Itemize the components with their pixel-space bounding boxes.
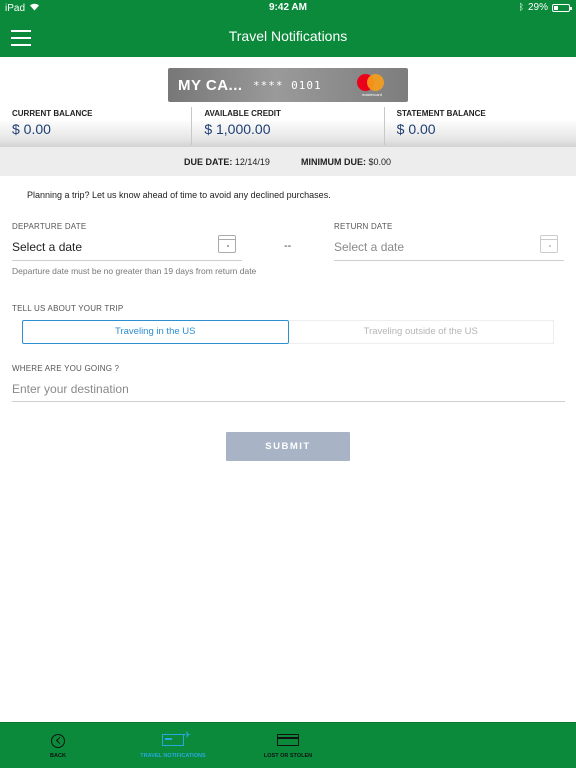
bottom-tab-bar: BACK TRAVEL NOTIFICATIONS LOST OR STOLEN xyxy=(0,722,576,768)
due-date-value: 12/14/19 xyxy=(234,157,270,167)
balances-row: CURRENT BALANCE $ 0.00 AVAILABLE CREDIT … xyxy=(0,107,576,145)
tab-label: LOST OR STOLEN xyxy=(263,753,313,759)
return-date-field[interactable]: Select a date xyxy=(334,235,564,261)
option-traveling-in-us[interactable]: Traveling in the US xyxy=(22,320,289,344)
intro-text: Planning a trip? Let us know ahead of ti… xyxy=(27,190,331,200)
minimum-due-label: MINIMUM DUE: xyxy=(301,157,366,167)
balance-value: $ 1,000.00 xyxy=(204,121,271,137)
card-number: **** 0101 xyxy=(253,79,322,92)
trip-type-toggle: Traveling in the US Traveling outside of… xyxy=(22,320,554,344)
status-bar: iPad 9:42 AM ᛒ 29% xyxy=(0,0,576,16)
departure-date-label: DEPARTURE DATE xyxy=(12,222,87,231)
due-bar: DUE DATE: 12/14/19 MINIMUM DUE: $0.00 xyxy=(0,147,576,176)
credit-card-image: MY CA... **** 0101 mastercard xyxy=(168,68,408,102)
tab-lost-or-stolen[interactable]: LOST OR STOLEN xyxy=(253,723,323,768)
tab-label: BACK xyxy=(50,753,66,759)
balance-label: CURRENT BALANCE xyxy=(12,109,93,118)
battery-percent: 29% xyxy=(527,2,548,13)
status-right: ᛒ 29% xyxy=(518,2,572,13)
departure-date-hint: Departure date must be no greater than 1… xyxy=(12,266,257,276)
departure-date-value: Select a date xyxy=(12,240,83,254)
back-icon xyxy=(51,734,65,748)
card-plane-icon xyxy=(162,731,191,746)
minimum-due-value: $0.00 xyxy=(368,157,392,167)
balance-label: STATEMENT BALANCE xyxy=(396,109,486,118)
balance-value: $ 0.00 xyxy=(396,121,436,137)
page-title: Travel Notifications xyxy=(228,28,348,44)
trip-type-label: TELL US ABOUT YOUR TRIP xyxy=(12,304,124,313)
return-date-label: RETURN DATE xyxy=(334,222,393,231)
minimum-due: MINIMUM DUE: $0.00 xyxy=(301,157,391,167)
destination-label: WHERE ARE YOU GOING ? xyxy=(12,364,120,373)
mastercard-logo-icon: mastercard xyxy=(354,73,390,97)
battery-fill xyxy=(554,5,558,10)
destination-input[interactable] xyxy=(12,377,565,402)
date-separator: -- xyxy=(284,240,292,252)
battery-icon xyxy=(552,3,572,12)
status-time: 9:42 AM xyxy=(269,2,307,13)
option-traveling-outside-us[interactable]: Traveling outside of the US xyxy=(288,320,554,344)
calendar-icon[interactable] xyxy=(218,235,236,253)
card-icon xyxy=(277,734,299,746)
submit-button[interactable]: SUBMIT xyxy=(226,432,350,461)
departure-date-field[interactable]: Select a date xyxy=(12,235,242,261)
current-balance: CURRENT BALANCE $ 0.00 xyxy=(0,107,193,145)
statement-balance: STATEMENT BALANCE $ 0.00 xyxy=(385,107,576,145)
card-brand: mastercard xyxy=(361,92,382,97)
return-date-value: Select a date xyxy=(334,240,405,254)
due-date-label: DUE DATE: xyxy=(184,157,233,167)
tab-travel-notifications[interactable]: TRAVEL NOTIFICATIONS xyxy=(133,723,213,768)
tab-back[interactable]: BACK xyxy=(28,723,88,768)
available-credit: AVAILABLE CREDIT $ 1,000.00 xyxy=(192,107,385,145)
balance-value: $ 0.00 xyxy=(12,121,51,137)
account-summary: MY CA... **** 0101 mastercard CURRENT BA… xyxy=(0,57,576,147)
due-date: DUE DATE: 12/14/19 xyxy=(184,157,270,167)
bluetooth-icon: ᛒ xyxy=(518,2,524,13)
tab-label: TRAVEL NOTIFICATIONS xyxy=(140,753,206,759)
calendar-icon[interactable] xyxy=(540,235,558,253)
card-name: MY CA... xyxy=(178,77,243,94)
balance-label: AVAILABLE CREDIT xyxy=(204,109,281,118)
app-header: Travel Notifications xyxy=(0,16,576,57)
